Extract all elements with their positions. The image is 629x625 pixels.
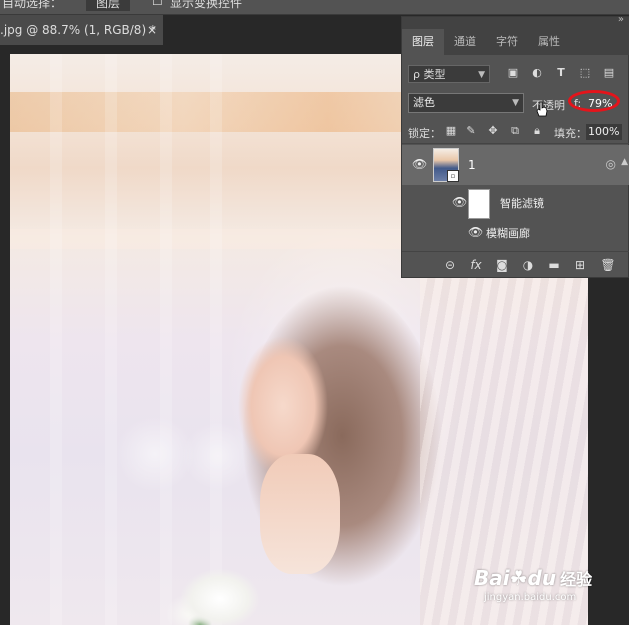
expand-toggle-icon[interactable]: ▲ xyxy=(621,157,628,167)
chevron-down-icon: ▼ xyxy=(512,98,519,108)
smart-filter-label: 智能滤镜 xyxy=(500,197,544,210)
type-filter-icon[interactable]: T xyxy=(554,66,568,80)
curtain-fold xyxy=(50,54,62,625)
blur-filter-row[interactable]: 👁︎ 模糊画廊 xyxy=(402,221,629,243)
red-highlight-circle xyxy=(568,90,620,112)
layer-name: 1 xyxy=(468,158,476,172)
fx-icon[interactable]: fx xyxy=(468,257,484,273)
lock-image-icon[interactable]: ✎ xyxy=(464,124,478,138)
group-folder-icon[interactable]: ▬ xyxy=(546,257,562,273)
auto-select-label: 自动选择： xyxy=(2,0,63,10)
smart-filter-indicator-icon: ◎ xyxy=(605,157,616,171)
watermark-logo-du: du xyxy=(527,566,557,590)
options-bar: 自动选择： 图层 ☐ 显示变换控件 xyxy=(0,0,629,15)
chevron-down-icon: ▼ xyxy=(478,70,485,80)
layer-thumbnail: ▫ xyxy=(433,148,459,182)
lock-label: 锁定： xyxy=(408,127,441,140)
fill-input[interactable]: 100% xyxy=(586,124,622,140)
collapse-panel-icon[interactable]: » xyxy=(618,14,624,25)
smart-filter-mask-thumbnail xyxy=(468,189,490,219)
image-filter-icon[interactable]: ▣ xyxy=(506,66,520,80)
paw-icon: ☘ xyxy=(509,566,528,590)
smart-filter-eye-icon[interactable]: 👁︎ xyxy=(452,195,467,209)
shape-filter-icon[interactable]: ⬚ xyxy=(578,66,592,80)
new-layer-icon[interactable]: ⊞ xyxy=(572,257,588,273)
visibility-eye-icon[interactable]: 👁︎ xyxy=(412,157,427,171)
smartobject-filter-icon[interactable]: ▤ xyxy=(602,66,616,80)
blend-row: 滤色 ▼ 不透明 f: 79% xyxy=(402,89,629,115)
lock-row: 锁定： ▦ ✎ ✥ ⧉ 🔒︎ 填充： 100% xyxy=(402,121,629,144)
blend-mode-select[interactable]: 滤色 ▼ xyxy=(408,93,524,113)
adjustment-filter-icon[interactable]: ◐ xyxy=(530,66,544,80)
lock-all-icon[interactable]: 🔒︎ xyxy=(530,124,544,138)
tab-layers[interactable]: 图层 xyxy=(402,29,444,55)
trash-icon[interactable]: 🗑︎ xyxy=(600,257,616,273)
search-icon: ρ xyxy=(413,68,420,81)
show-transform-label: 显示变换控件 xyxy=(170,0,243,10)
subject-neck xyxy=(260,454,340,574)
auto-select-dropdown[interactable]: 图层 xyxy=(86,0,131,11)
close-tab-icon[interactable]: × xyxy=(147,15,157,45)
watermark-logo: Bai xyxy=(474,566,510,590)
hand-cursor-icon xyxy=(536,101,548,117)
blend-mode-value: 滤色 xyxy=(413,96,435,109)
mask-icon[interactable]: ◙ xyxy=(494,257,510,273)
panel-tabs: 图层 通道 字符 属性 xyxy=(402,29,629,55)
adjustment-icon[interactable]: ◑ xyxy=(520,257,536,273)
fill-label: 填充： xyxy=(554,127,587,140)
blur-filter-label: 模糊画廊 xyxy=(486,227,530,240)
link-icon[interactable]: ⊝ xyxy=(442,257,458,273)
blur-filter-eye-icon[interactable]: 👁︎ xyxy=(468,225,483,239)
baidu-watermark: Bai☘du 经验 jingyan.baidu.com xyxy=(474,566,593,603)
layer-filter-row: ρ 类型 ▼ ▣ ◐ T ⬚ ▤ xyxy=(402,63,629,87)
curtain-fold xyxy=(210,54,222,625)
watermark-url: jingyan.baidu.com xyxy=(484,592,577,603)
show-transform-checkbox[interactable]: ☐ xyxy=(152,0,163,8)
curtain-fold xyxy=(105,54,117,625)
tab-channels[interactable]: 通道 xyxy=(444,29,486,55)
lock-artboard-icon[interactable]: ⧉ xyxy=(508,124,522,138)
smart-object-badge-icon: ▫ xyxy=(447,170,459,182)
document-tab-title: .jpg @ 88.7% (1, RGB/8) * xyxy=(0,23,156,37)
tab-character[interactable]: 字符 xyxy=(486,29,528,55)
layers-bottom-bar: ⊝ fx ◙ ◑ ▬ ⊞ 🗑︎ xyxy=(402,251,629,278)
tab-properties[interactable]: 属性 xyxy=(528,29,570,55)
panel-topbar: » xyxy=(402,14,629,29)
filter-kind-label: 类型 xyxy=(423,68,446,81)
curtain-fold xyxy=(160,54,172,625)
smart-filter-row[interactable]: 👁︎ 智能滤镜 xyxy=(402,187,629,219)
layer-row[interactable]: 👁︎ ▫ 1 ◎ ▲ xyxy=(402,145,629,185)
flower-bouquet xyxy=(160,559,310,625)
document-tab[interactable]: .jpg @ 88.7% (1, RGB/8) * × xyxy=(0,15,163,45)
lock-transparent-icon[interactable]: ▦ xyxy=(444,124,458,138)
lock-position-icon[interactable]: ✥ xyxy=(486,124,500,138)
layers-panel: » 图层 通道 字符 属性 ρ 类型 ▼ ▣ ◐ T ⬚ ▤ 滤色 ▼ 不透明 … xyxy=(401,14,629,278)
watermark-jingyan: 经验 xyxy=(560,570,593,589)
filter-kind-select[interactable]: ρ 类型 ▼ xyxy=(408,65,490,83)
